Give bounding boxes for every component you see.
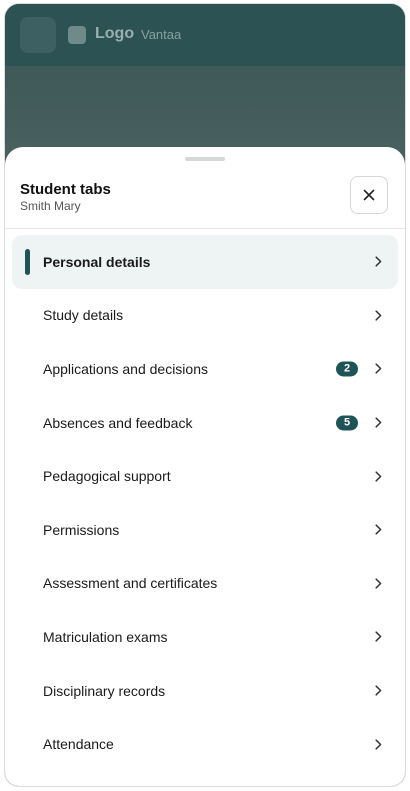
close-button[interactable] [350,176,388,214]
close-icon [363,189,375,201]
menu-item-applications-and-decisions[interactable]: Applications and decisions 2 [12,342,398,396]
active-indicator [25,249,30,275]
top-bar: Logo Vantaa [5,4,405,66]
chevron-right-icon [373,577,383,589]
menu-item-matriculation-exams[interactable]: Matriculation exams [12,610,398,664]
chevron-right-icon [373,738,383,750]
device-frame: Logo Vantaa Student tabs Smith Mary Pers… [5,4,405,786]
menu-item-label: Matriculation exams [43,628,168,645]
chevron-right-icon [373,685,383,697]
chevron-right-icon [373,363,383,375]
menu-item-personal-details[interactable]: Personal details [12,235,398,289]
logo-icon [68,26,86,44]
drag-handle[interactable] [185,157,225,161]
menu-item-label: Pedagogical support [43,468,171,485]
app-icon[interactable] [20,17,56,53]
menu-item-absences-and-feedback[interactable]: Absences and feedback 5 [12,396,398,450]
menu-item-label: Absences and feedback [43,414,193,431]
logo-text: Logo [95,25,135,42]
divider [5,228,405,229]
chevron-right-icon [373,256,383,268]
chevron-right-icon [373,524,383,536]
menu-item-pedagogical-support[interactable]: Pedagogical support [12,449,398,503]
chevron-right-icon [373,631,383,643]
menu-item-attendance[interactable]: Attendance [12,717,398,771]
menu-item-permissions[interactable]: Permissions [12,503,398,557]
student-name: Smith Mary [20,199,81,213]
menu-item-disciplinary-records[interactable]: Disciplinary records [12,664,398,718]
chevron-right-icon [373,309,383,321]
chevron-right-icon [373,417,383,429]
chevron-right-icon [373,470,383,482]
menu-item-label: Assessment and certificates [43,575,218,592]
menu-item-label: Applications and decisions [43,360,208,377]
count-badge: 2 [336,361,358,377]
menu-item-study-details[interactable]: Study details [12,289,398,343]
menu-item-label: Study details [43,307,124,324]
sheet-title: Student tabs [20,181,111,198]
menu-item-label: Attendance [43,736,114,753]
menu-item-label: Permissions [43,521,120,538]
menu-item-label: Disciplinary records [43,682,166,699]
menu-item-label: Personal details [43,253,151,270]
tabs-menu: Personal details Study details Application… [12,235,398,771]
city-name: Vantaa [141,27,182,42]
menu-item-assessment-and-certificates[interactable]: Assessment and certificates [12,557,398,611]
bottom-sheet: Student tabs Smith Mary Personal details… [5,147,405,786]
count-badge: 5 [336,415,358,431]
